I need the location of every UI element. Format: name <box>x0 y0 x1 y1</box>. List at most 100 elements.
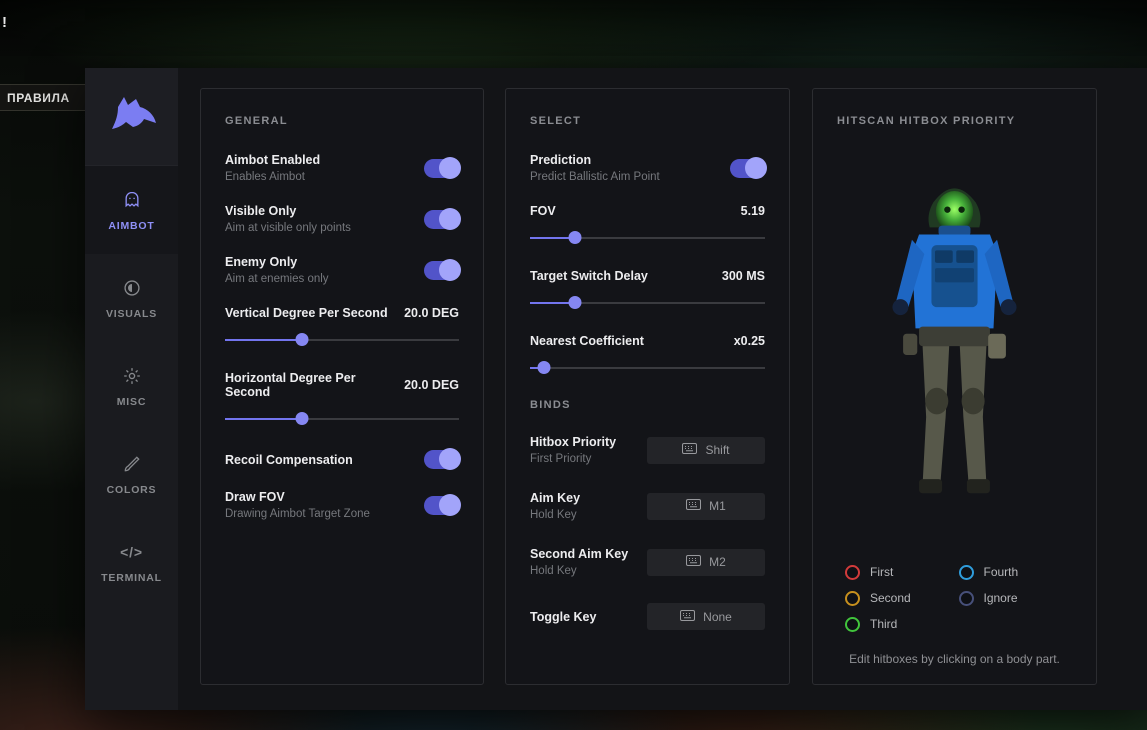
second-aim-key-keybind-button[interactable]: M2 <box>647 549 765 576</box>
sidebar-item-label: COLORS <box>107 484 157 496</box>
enemy-only-toggle[interactable] <box>424 261 459 280</box>
toggle-row-recoil-compensation: Recoil Compensation <box>225 450 459 469</box>
keyboard-icon <box>686 499 701 513</box>
gear-icon <box>122 365 142 387</box>
keybind-label: Shift <box>705 443 729 457</box>
nearest-coefficient-slider[interactable] <box>530 361 765 374</box>
second-priority-ring-icon <box>845 591 860 606</box>
legend-item-first: First <box>845 559 959 585</box>
slider-value: 300 MS <box>722 269 765 283</box>
ghost-icon <box>122 189 142 211</box>
keyboard-icon <box>680 610 695 624</box>
hitbox-character-model[interactable] <box>837 153 1072 557</box>
setting-subtitle: Hold Key <box>530 509 580 521</box>
slider-fill <box>225 339 302 341</box>
hitbox-priority-keybind-button[interactable]: Shift <box>647 437 765 464</box>
slider-value: x0.25 <box>734 334 765 348</box>
prediction-toggle[interactable] <box>730 159 765 178</box>
slider-knob[interactable] <box>296 333 309 346</box>
legend-label: Second <box>870 591 911 605</box>
slider-knob[interactable] <box>296 412 309 425</box>
setting-subtitle: First Priority <box>530 453 616 465</box>
eye-icon <box>122 277 142 299</box>
toggle-row-enemy-only: Enemy Only Aim at enemies only <box>225 255 459 285</box>
sidebar-item-label: AIMBOT <box>108 220 154 232</box>
rules-button[interactable]: ПРАВИЛА <box>0 84 87 111</box>
fourth-priority-ring-icon <box>959 565 974 580</box>
setting-subtitle: Enables Aimbot <box>225 171 320 183</box>
target-switch-delay-slider[interactable] <box>530 296 765 309</box>
setting-title: Recoil Compensation <box>225 453 353 467</box>
slider-row-target-switch-delay: Target Switch Delay 300 MS <box>530 269 765 309</box>
setting-title: Nearest Coefficient <box>530 334 644 348</box>
bind-row-aim-key: Aim Key Hold Key M1 <box>530 491 765 521</box>
slider-knob[interactable] <box>538 361 551 374</box>
screen: ! ПРАВИЛА AIMBOT <box>0 0 1147 730</box>
legend-label: Third <box>870 617 897 631</box>
slider-value: 20.0 DEG <box>404 306 459 320</box>
sidebar-item-label: MISC <box>117 396 146 408</box>
slider-row-horizontal-dps: Horizontal Degree Per Second 20.0 DEG <box>225 371 459 425</box>
fov-slider[interactable] <box>530 231 765 244</box>
setting-subtitle: Aim at visible only points <box>225 222 351 234</box>
toggle-knob[interactable] <box>439 494 461 516</box>
slider-knob[interactable] <box>568 231 581 244</box>
code-icon: </> <box>120 541 143 563</box>
keyboard-icon <box>682 443 697 457</box>
setting-title: Toggle Key <box>530 610 596 624</box>
wolf-logo-icon <box>106 95 158 138</box>
recoil-compensation-toggle[interactable] <box>424 450 459 469</box>
sidebar-item-colors[interactable]: COLORS <box>85 430 178 518</box>
slider-row-nearest-coefficient: Nearest Coefficient x0.25 <box>530 334 765 374</box>
toggle-knob[interactable] <box>439 448 461 470</box>
visible-only-toggle[interactable] <box>424 210 459 229</box>
setting-title: Hitbox Priority <box>530 435 616 449</box>
toggle-knob[interactable] <box>439 208 461 230</box>
section-header-binds: BINDS <box>530 399 765 411</box>
sidebar-item-label: VISUALS <box>106 308 157 320</box>
aim-key-keybind-button[interactable]: M1 <box>647 493 765 520</box>
sidebar-item-terminal[interactable]: </> TERMINAL <box>85 518 178 606</box>
keybind-label: None <box>703 610 732 624</box>
setting-title: Aim Key <box>530 491 580 505</box>
cheat-menu-window: AIMBOT VISUALS MISC <box>85 68 1147 710</box>
hitbox-panel: HITSCAN HITBOX PRIORITY <box>812 88 1097 685</box>
aimbot-enabled-toggle[interactable] <box>424 159 459 178</box>
slider-value: 20.0 DEG <box>404 378 459 392</box>
keybind-label: M2 <box>709 555 726 569</box>
setting-title: Second Aim Key <box>530 547 628 561</box>
toggle-key-keybind-button[interactable]: None <box>647 603 765 630</box>
toggle-knob[interactable] <box>439 157 461 179</box>
setting-title: Horizontal Degree Per Second <box>225 371 404 399</box>
draw-fov-toggle[interactable] <box>424 496 459 515</box>
toggle-knob[interactable] <box>745 157 767 179</box>
slider-value: 5.19 <box>741 204 765 218</box>
horizontal-dps-slider[interactable] <box>225 412 459 425</box>
legend-item-third: Third <box>845 611 959 637</box>
section-header-general: GENERAL <box>225 115 459 127</box>
slider-track[interactable] <box>530 367 765 369</box>
sidebar-item-misc[interactable]: MISC <box>85 342 178 430</box>
toggle-row-visible-only: Visible Only Aim at visible only points <box>225 204 459 234</box>
setting-subtitle: Aim at enemies only <box>225 273 329 285</box>
bind-row-toggle-key: Toggle Key None <box>530 603 765 630</box>
setting-title: Aimbot Enabled <box>225 153 320 167</box>
vertical-dps-slider[interactable] <box>225 333 459 346</box>
sidebar-item-aimbot[interactable]: AIMBOT <box>85 166 178 254</box>
ignore-priority-ring-icon <box>959 591 974 606</box>
logo-block <box>85 68 178 166</box>
section-header-select: SELECT <box>530 115 765 127</box>
setting-subtitle: Hold Key <box>530 565 628 577</box>
sidebar-item-label: TERMINAL <box>101 572 162 584</box>
toggle-row-aimbot-enabled: Aimbot Enabled Enables Aimbot <box>225 153 459 183</box>
toggle-knob[interactable] <box>439 259 461 281</box>
slider-knob[interactable] <box>568 296 581 309</box>
setting-subtitle: Drawing Aimbot Target Zone <box>225 508 370 520</box>
legend-item-ignore: Ignore <box>959 585 1073 611</box>
sidebar-item-visuals[interactable]: VISUALS <box>85 254 178 342</box>
brush-icon <box>122 453 142 475</box>
legend-label: Ignore <box>984 591 1018 605</box>
sidebar: AIMBOT VISUALS MISC <box>85 68 178 710</box>
setting-title: FOV <box>530 204 556 218</box>
hitbox-help-text: Edit hitboxes by clicking on a body part… <box>837 652 1072 666</box>
